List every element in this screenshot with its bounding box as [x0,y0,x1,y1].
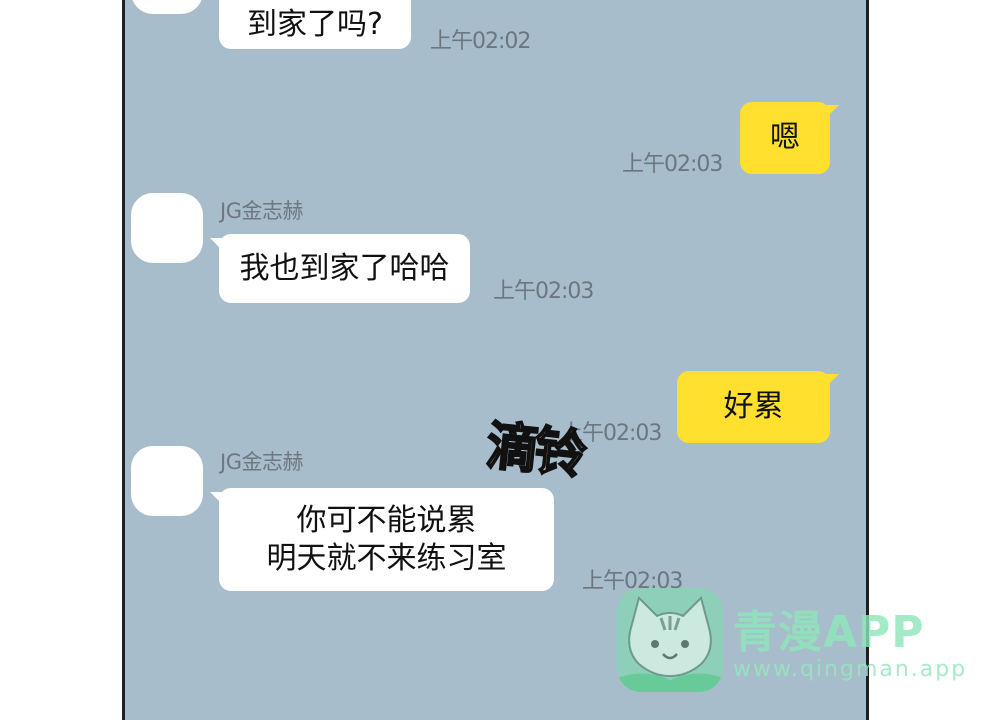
message-time: 上午02:03 [622,152,723,177]
outgoing-bubble: 好累 [677,371,839,443]
bubble-tail [210,492,224,506]
avatar [131,193,203,263]
message-text: 到家了吗? [247,6,383,42]
sound-effect-text: 滴铃 [483,415,587,487]
cat-icon [617,596,723,692]
comic-page: 到家了吗? 上午02:02 上午02:03 嗯 JG金志赫 我也到家了哈哈 上午… [0,0,1000,720]
avatar [131,446,203,516]
incoming-bubble: 到家了吗? [219,0,411,49]
outgoing-bubble: 嗯 [740,102,839,174]
sender-name: JG金志赫 [220,450,303,474]
message-text-line: 你可不能说累 [296,503,477,538]
watermark-url: www.qingman.app [733,657,968,682]
incoming-bubble: 我也到家了哈哈 [210,234,470,303]
message-time: 上午02:03 [493,279,594,304]
watermark-title: 青漫APP [733,607,925,658]
message-time: 上午02:02 [430,29,531,54]
message-text: 好累 [723,389,784,425]
bubble-tail [825,374,839,388]
sender-name: JG金志赫 [220,199,303,223]
message-text: 我也到家了哈哈 [239,250,450,286]
message-text-line: 明天就不来练习室 [266,540,507,576]
incoming-bubble: 你可不能说累 明天就不来练习室 [210,488,554,591]
bubble-tail [825,105,839,119]
bubble-tail [210,238,224,252]
message-text: 嗯 [770,120,800,156]
watermark-logo [617,588,723,692]
